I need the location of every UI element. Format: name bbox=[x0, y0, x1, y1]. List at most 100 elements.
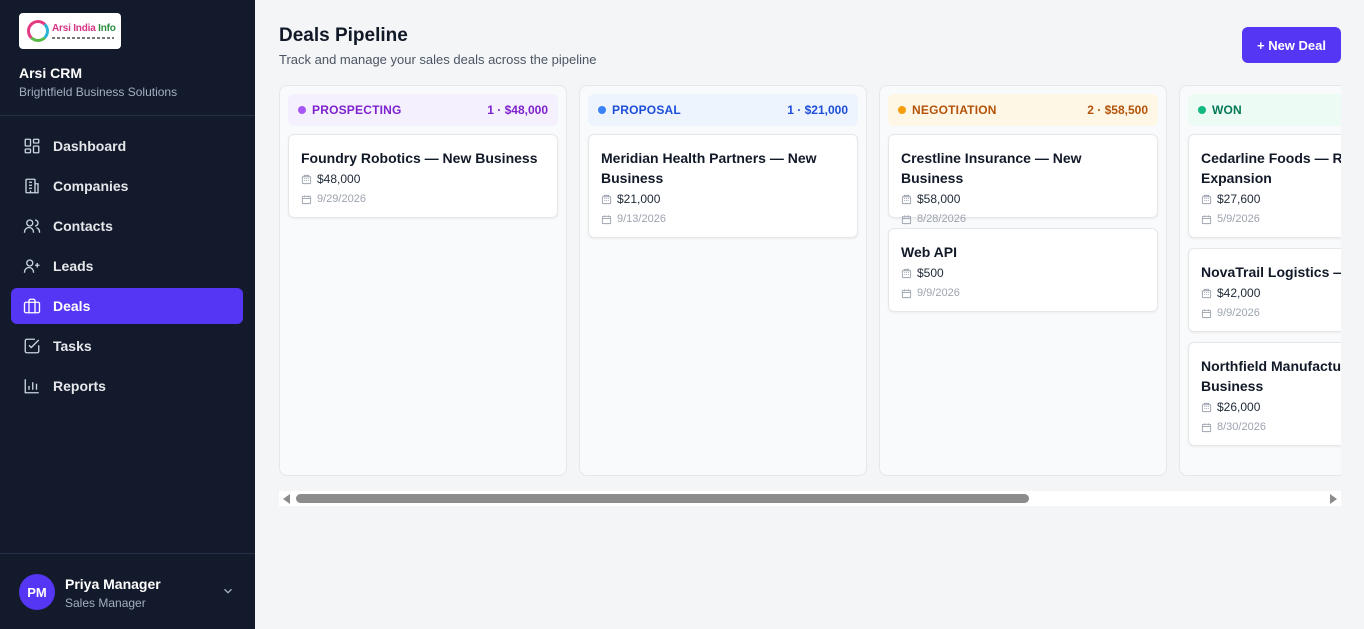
user-plus-icon bbox=[23, 259, 40, 273]
calendar-icon bbox=[301, 194, 312, 204]
sidebar-item-tasks[interactable]: Tasks bbox=[11, 328, 243, 364]
deal-amount: $42,000 bbox=[1217, 286, 1261, 300]
building-icon bbox=[1201, 402, 1212, 412]
calendar-icon bbox=[1201, 422, 1212, 432]
deal-amount: $26,000 bbox=[1217, 400, 1261, 414]
deal-amount: $21,000 bbox=[617, 192, 661, 206]
sidebar-divider bbox=[0, 115, 255, 116]
sidebar-item-label: Leads bbox=[53, 258, 94, 274]
sidebar-item-companies[interactable]: Companies bbox=[11, 168, 243, 204]
sidebar-item-reports[interactable]: Reports bbox=[11, 368, 243, 404]
company-logo[interactable]: Arsi India Info bbox=[19, 13, 121, 49]
briefcase-icon bbox=[23, 298, 41, 314]
sidebar-item-label: Contacts bbox=[53, 218, 113, 234]
deal-close-date: 8/30/2026 bbox=[1217, 421, 1266, 433]
column-title: WON bbox=[1212, 103, 1242, 117]
sidebar-item-label: Dashboard bbox=[53, 138, 127, 154]
scrollbar-thumb[interactable] bbox=[296, 494, 1029, 503]
column-header: NEGOTIATION 2 · $58,500 bbox=[888, 94, 1158, 126]
deal-amount: $48,000 bbox=[317, 172, 361, 186]
column-summary: 2 · $58,500 bbox=[1087, 103, 1148, 117]
deal-card[interactable]: Foundry Robotics — New Business $48,000 9/… bbox=[288, 134, 558, 218]
building-icon bbox=[901, 268, 912, 278]
status-dot-icon bbox=[598, 106, 606, 114]
deal-title: Web API bbox=[901, 244, 958, 260]
building-icon bbox=[901, 194, 912, 204]
column-header: PROSPECTING 1 · $48,000 bbox=[288, 94, 558, 126]
checkbox-icon bbox=[24, 338, 40, 354]
column-title: PROSPECTING bbox=[312, 103, 402, 117]
pipeline-column-negotiation: NEGOTIATION 2 · $58,500 Crestline Insuranc… bbox=[879, 85, 1167, 476]
deal-card[interactable]: Northfield Manufacturing — Business $26,0… bbox=[1188, 342, 1341, 446]
status-dot-icon bbox=[1198, 106, 1206, 114]
user-name: Priya Manager bbox=[65, 576, 161, 592]
main-content: Deals Pipeline Track and manage your sal… bbox=[255, 0, 1364, 629]
scroll-left-arrow-icon[interactable] bbox=[283, 494, 290, 504]
new-deal-button[interactable]: + New Deal bbox=[1242, 27, 1341, 63]
deal-amount: $27,600 bbox=[1217, 192, 1261, 206]
deal-close-date: 9/9/2026 bbox=[917, 287, 960, 299]
column-title: NEGOTIATION bbox=[912, 103, 997, 117]
logo-icon bbox=[27, 20, 49, 42]
sidebar: Arsi India Info Arsi CRM Brightfield Bus… bbox=[0, 0, 255, 629]
page-title: Deals Pipeline bbox=[279, 25, 408, 46]
status-dot-icon bbox=[898, 106, 906, 114]
sidebar-divider bbox=[0, 553, 255, 554]
deal-card[interactable]: Cedarline Foods — Renewal Expansion $27,6… bbox=[1188, 134, 1341, 238]
sidebar-item-label: Deals bbox=[53, 298, 91, 314]
pipeline-column-won: WON Cedarline Foods — Renewal Expansion $2… bbox=[1179, 85, 1341, 476]
calendar-icon bbox=[1201, 308, 1212, 318]
building-icon bbox=[1201, 288, 1212, 298]
sidebar-item-label: Companies bbox=[53, 178, 129, 194]
deal-close-date: 5/9/2026 bbox=[1217, 213, 1260, 225]
sidebar-item-dashboard[interactable]: Dashboard bbox=[11, 128, 243, 164]
bar-chart-icon bbox=[24, 379, 39, 394]
deal-close-date: 9/9/2026 bbox=[1217, 307, 1260, 319]
sidebar-item-contacts[interactable]: Contacts bbox=[11, 208, 243, 244]
calendar-icon bbox=[901, 288, 912, 298]
column-title: PROPOSAL bbox=[612, 103, 681, 117]
column-summary: 1 · $48,000 bbox=[487, 103, 548, 117]
avatar: PM bbox=[19, 574, 55, 610]
deal-close-date: 8/28/2026 bbox=[917, 213, 966, 225]
sidebar-item-leads[interactable]: Leads bbox=[11, 248, 243, 284]
calendar-icon bbox=[1201, 214, 1212, 224]
column-header: WON bbox=[1188, 94, 1341, 126]
building-icon bbox=[1201, 194, 1212, 204]
user-menu[interactable]: PM Priya Manager Sales Manager bbox=[19, 574, 239, 610]
column-header: PROPOSAL 1 · $21,000 bbox=[588, 94, 858, 126]
deal-card[interactable]: Crestline Insurance — New Business $58,00… bbox=[888, 134, 1158, 225]
deal-amount: $500 bbox=[917, 266, 944, 280]
deal-title: Foundry Robotics — New Business bbox=[301, 150, 538, 166]
calendar-icon bbox=[601, 214, 612, 224]
dashboard-icon bbox=[24, 138, 40, 154]
deal-card[interactable]: Meridian Health Partners — New Business $… bbox=[588, 134, 858, 238]
page-subtitle: Track and manage your sales deals across… bbox=[279, 52, 597, 67]
deal-title: NovaTrail Logistics — Expansion bbox=[1201, 264, 1341, 280]
calendar-icon bbox=[901, 214, 912, 224]
logo-text-accent: Info bbox=[98, 23, 116, 34]
building-icon bbox=[301, 174, 312, 184]
sidebar-nav: Dashboard Companies Contacts Leads Deals… bbox=[11, 128, 243, 408]
sidebar-item-deals[interactable]: Deals bbox=[11, 288, 243, 324]
sidebar-item-label: Reports bbox=[53, 378, 106, 394]
deal-title: Crestline Insurance — New Business bbox=[901, 150, 1082, 186]
building-icon bbox=[601, 194, 612, 204]
pipeline-column-prospecting: PROSPECTING 1 · $48,000 Foundry Robotics —… bbox=[279, 85, 567, 476]
logo-text-main: Arsi India bbox=[52, 23, 96, 34]
deal-card[interactable]: NovaTrail Logistics — Expansion $42,000 9/… bbox=[1188, 248, 1341, 332]
deal-card[interactable]: Web API $500 9/9/2026 bbox=[888, 228, 1158, 312]
user-role: Sales Manager bbox=[65, 596, 146, 610]
scroll-right-arrow-icon[interactable] bbox=[1330, 494, 1337, 504]
app-name: Arsi CRM bbox=[19, 65, 83, 81]
deal-close-date: 9/13/2026 bbox=[617, 213, 666, 225]
deal-close-date: 9/29/2026 bbox=[317, 193, 366, 205]
organization-name: Brightfield Business Solutions bbox=[19, 85, 178, 99]
pipeline-board: PROSPECTING 1 · $48,000 Foundry Robotics —… bbox=[279, 85, 1341, 476]
horizontal-scrollbar[interactable] bbox=[279, 491, 1341, 506]
users-icon bbox=[23, 219, 41, 233]
sidebar-item-label: Tasks bbox=[53, 338, 92, 354]
deal-amount: $58,000 bbox=[917, 192, 961, 206]
chevron-down-icon bbox=[224, 588, 232, 594]
column-summary: 1 · $21,000 bbox=[787, 103, 848, 117]
